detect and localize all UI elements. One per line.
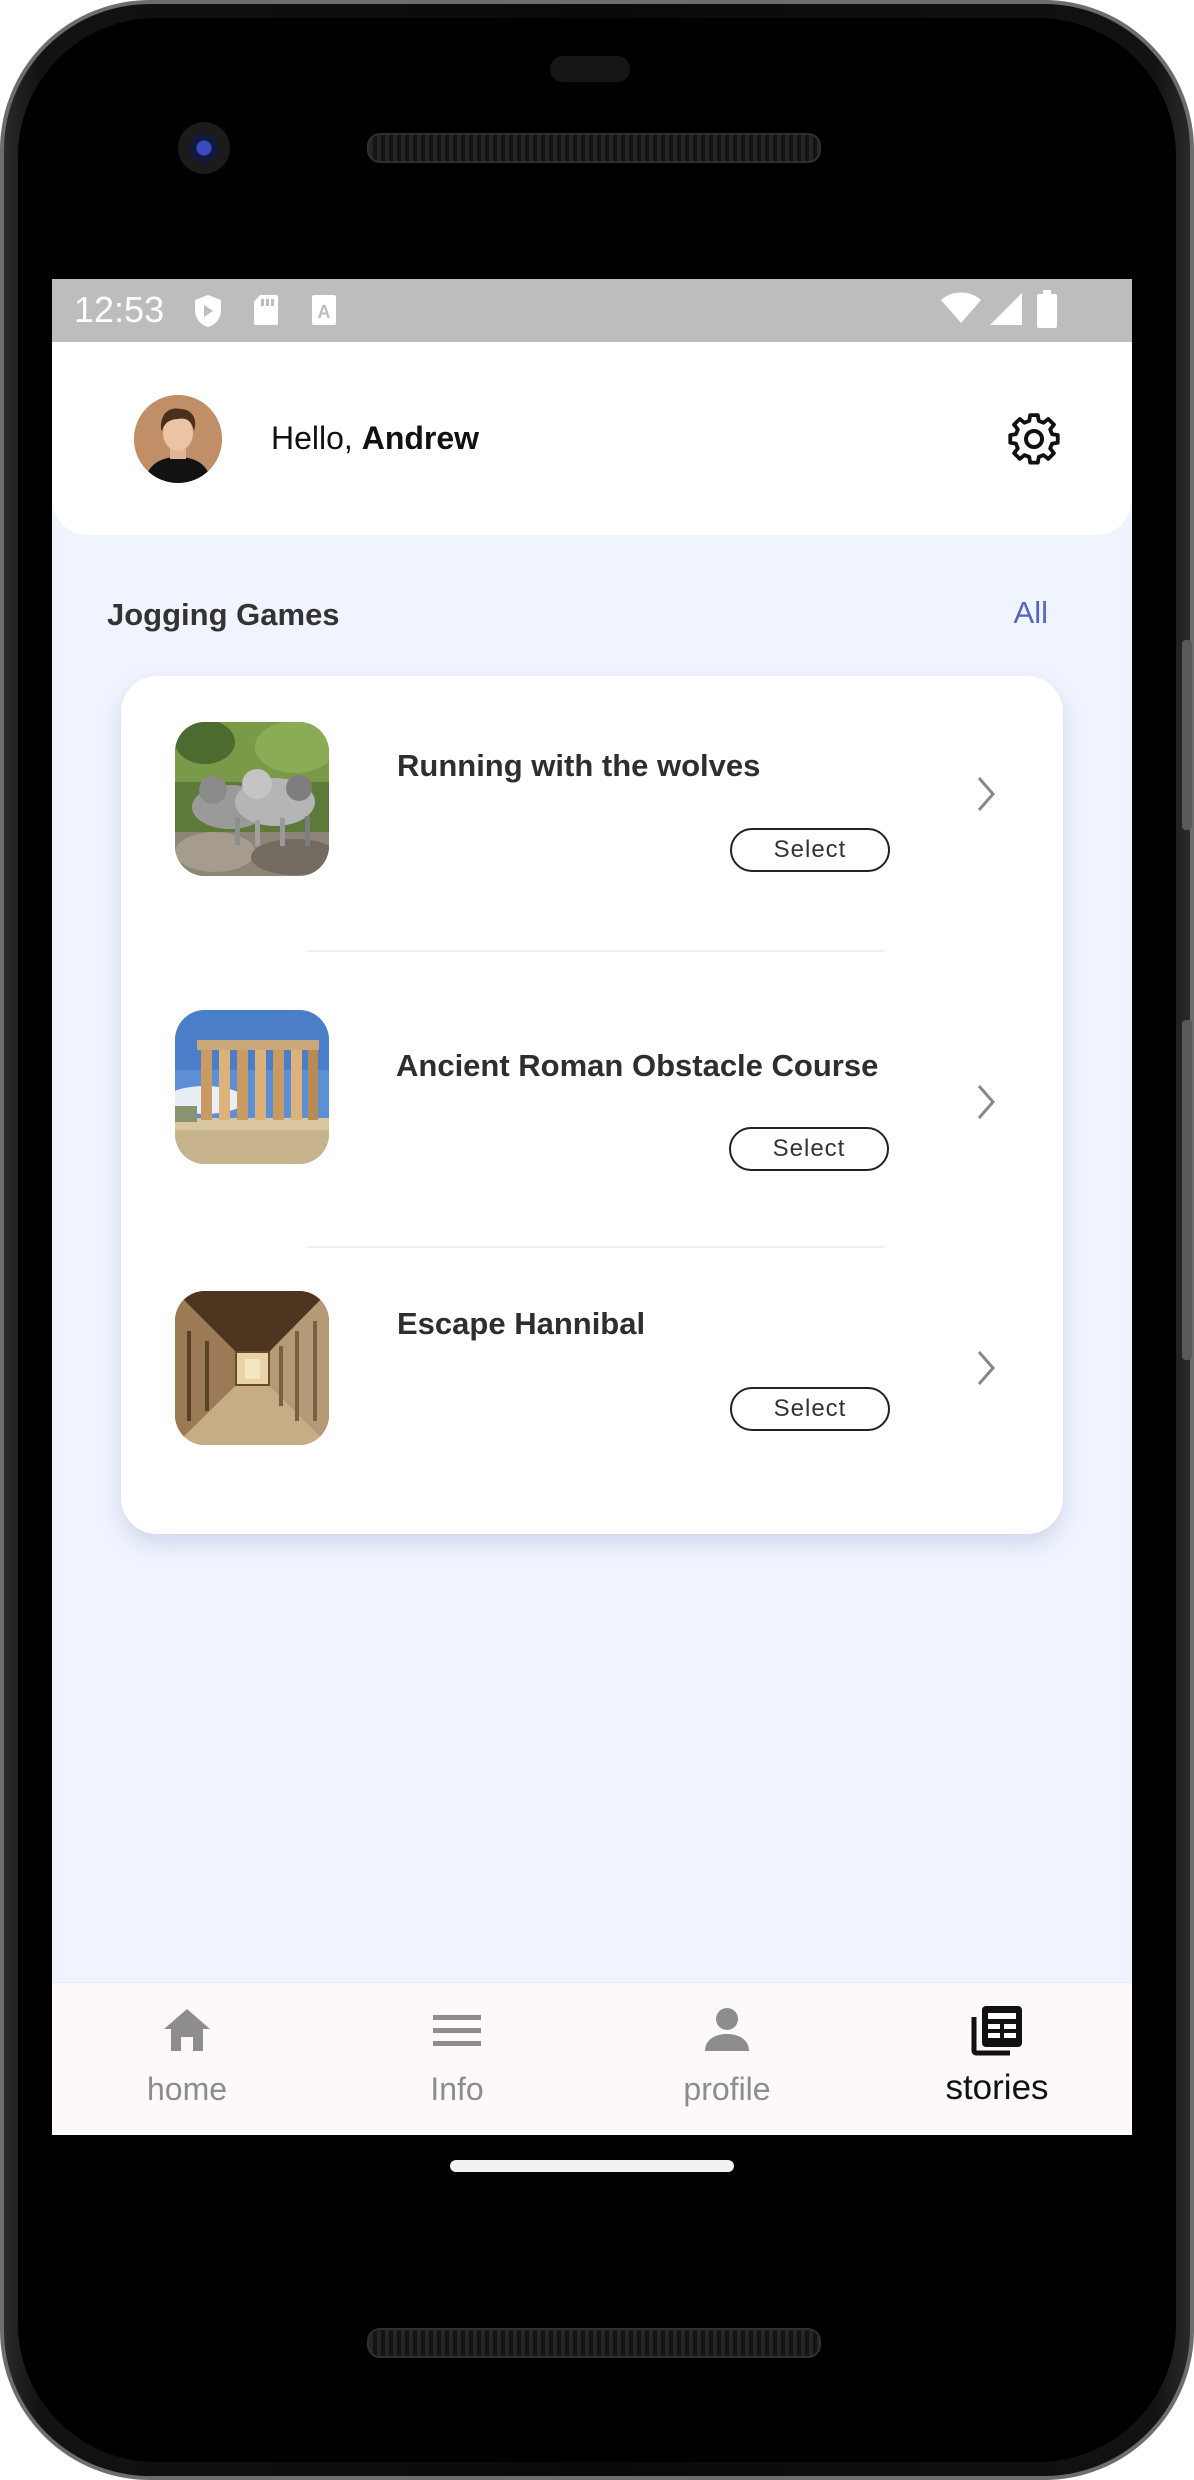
user-avatar[interactable] [134,395,222,483]
divider [306,1246,884,1248]
select-button[interactable]: Select [730,828,890,872]
chevron-right-icon[interactable] [971,1080,1001,1124]
divider [306,950,884,952]
shield-icon [195,295,221,327]
nav-item-stories[interactable]: stories [862,1983,1132,2135]
person-icon [705,2008,749,2051]
nav-item-home[interactable]: home [52,1983,322,2135]
list-item[interactable]: Running with the wolves Select [121,676,1063,876]
status-time: 12:53 [74,289,165,330]
settings-button[interactable] [1006,411,1062,467]
game-title: Escape Hannibal [397,1306,646,1341]
bottom-navigation: home Info profile stories [52,1982,1132,2135]
game-title: Running with the wolves [397,748,761,783]
list-item[interactable]: Ancient Roman Obstacle Course Select [121,976,1063,1176]
power-button [1182,640,1192,830]
menu-icon [433,2015,481,2046]
wifi-icon [941,292,981,323]
games-list: Running with the wolves Select Ancient R… [121,676,1063,1534]
nav-label: home [146,2071,228,2107]
section-title: Jogging Games [107,597,340,632]
proximity-sensor [550,56,630,82]
list-item[interactable]: Escape Hannibal Select [121,1266,1063,1466]
svg-text:A: A [318,302,331,322]
select-button[interactable]: Select [730,1387,890,1431]
wolves-photo [175,722,329,876]
sd-card-icon [254,295,278,325]
gear-icon [1008,413,1060,465]
top-speaker [367,133,821,163]
greeting-prefix: Hello, [271,420,353,456]
a-icon: A [312,295,336,325]
nav-label: profile [683,2071,771,2107]
nav-item-profile[interactable]: profile [592,1983,862,2135]
game-title: Ancient Roman Obstacle Course [396,1048,879,1083]
chevron-right-icon[interactable] [971,772,1001,816]
see-all-link[interactable]: All [1014,595,1048,631]
app-screen: 12:53 A Hello, Andrew Jogging Games All … [52,279,1132,2135]
gesture-home-bar[interactable] [450,2160,734,2172]
nav-label: stories [945,2068,1049,2107]
nav-label: Info [430,2071,484,2107]
status-bar: 12:53 A [52,279,1132,342]
temple-columns-photo [175,1010,329,1164]
select-button[interactable]: Select [729,1127,889,1171]
battery-icon [1037,290,1057,328]
newspaper-icon [971,2006,1022,2056]
signal-icon [990,293,1022,325]
chevron-right-icon[interactable] [971,1346,1001,1390]
bottom-speaker [367,2328,821,2358]
user-name: Andrew [361,420,480,456]
greeting-text: Hello, Andrew [271,420,479,457]
prison-corridor-photo [175,1291,329,1445]
front-camera [178,122,230,174]
header: Hello, Andrew [52,342,1132,535]
nav-item-info[interactable]: Info [322,1983,592,2135]
home-icon [164,2009,210,2051]
volume-button [1182,1020,1192,1360]
